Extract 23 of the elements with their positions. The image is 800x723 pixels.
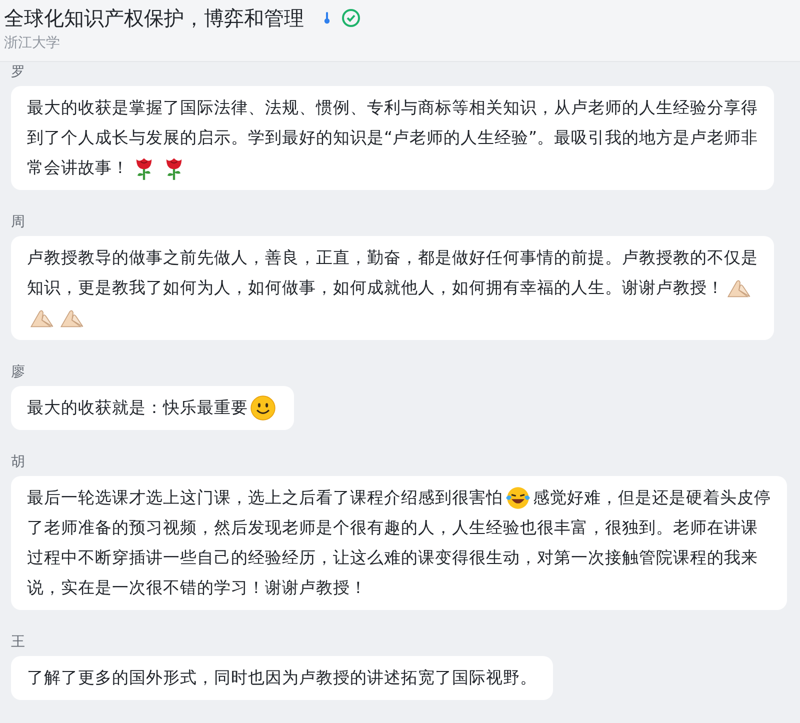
message-text: 过程中不断穿插讲一些自己的经验经历，让这么难的课变得很生动，对第一次接触管院课程的我来 bbox=[27, 547, 758, 569]
sender-name: 廖 bbox=[11, 363, 25, 382]
message-text: 知识，更是教我了如何为人，如何做事，如何成就他人，如何拥有幸福的人生。谢谢卢教授！ bbox=[27, 277, 724, 299]
verified-shield-icon bbox=[342, 9, 360, 27]
message-text: 感觉好难，但是还是硬着头皮停 bbox=[533, 487, 771, 509]
course-title: 全球化知识产权保护，博弈和管理 bbox=[4, 5, 304, 32]
message-text: 最大的收获是掌握了国际法律、法规、惯例、专利与商标等相关知识，从卢老师的人生经验分享得 bbox=[27, 97, 758, 119]
crying-laughing-icon bbox=[505, 485, 531, 511]
sender-name: 胡 bbox=[11, 453, 25, 472]
sender-name: 罗 bbox=[11, 63, 25, 82]
message-text: 说，实在是一次很不错的学习！谢谢卢教授！ bbox=[27, 577, 367, 599]
smiley-icon bbox=[250, 395, 276, 421]
school-name: 浙江大学 bbox=[4, 34, 61, 53]
message-text: 到了个人成长与发展的启示。学到最好的知识是“卢老师的人生经验”。最吸引我的地方是卢老师非 bbox=[27, 127, 758, 149]
message-text: 常会讲故事！ bbox=[27, 157, 129, 179]
message-text: 了老师准备的预习视频，然后发现老师是个很有趣的人，人生经验也很丰富，很独到。老师在讲课 bbox=[27, 517, 758, 539]
sender-name: 周 bbox=[11, 213, 25, 232]
message-text: 最后一轮选课才选上这门课，选上之后看了课程介绍感到很害怕 bbox=[27, 487, 503, 509]
sender-name: 王 bbox=[11, 633, 25, 652]
message-text: 了解了更多的国外形式，同时也因为卢教授的讲述拓宽了国际视野。 bbox=[27, 667, 537, 689]
message-text: 最大的收获就是：快乐最重要 bbox=[27, 397, 248, 419]
thermometer-icon bbox=[324, 12, 330, 24]
message-text: 卢教授教导的做事之前先做人，善良，正直，勤奋，都是做好任何事情的前提。卢教授教的不仅是 bbox=[27, 247, 758, 269]
